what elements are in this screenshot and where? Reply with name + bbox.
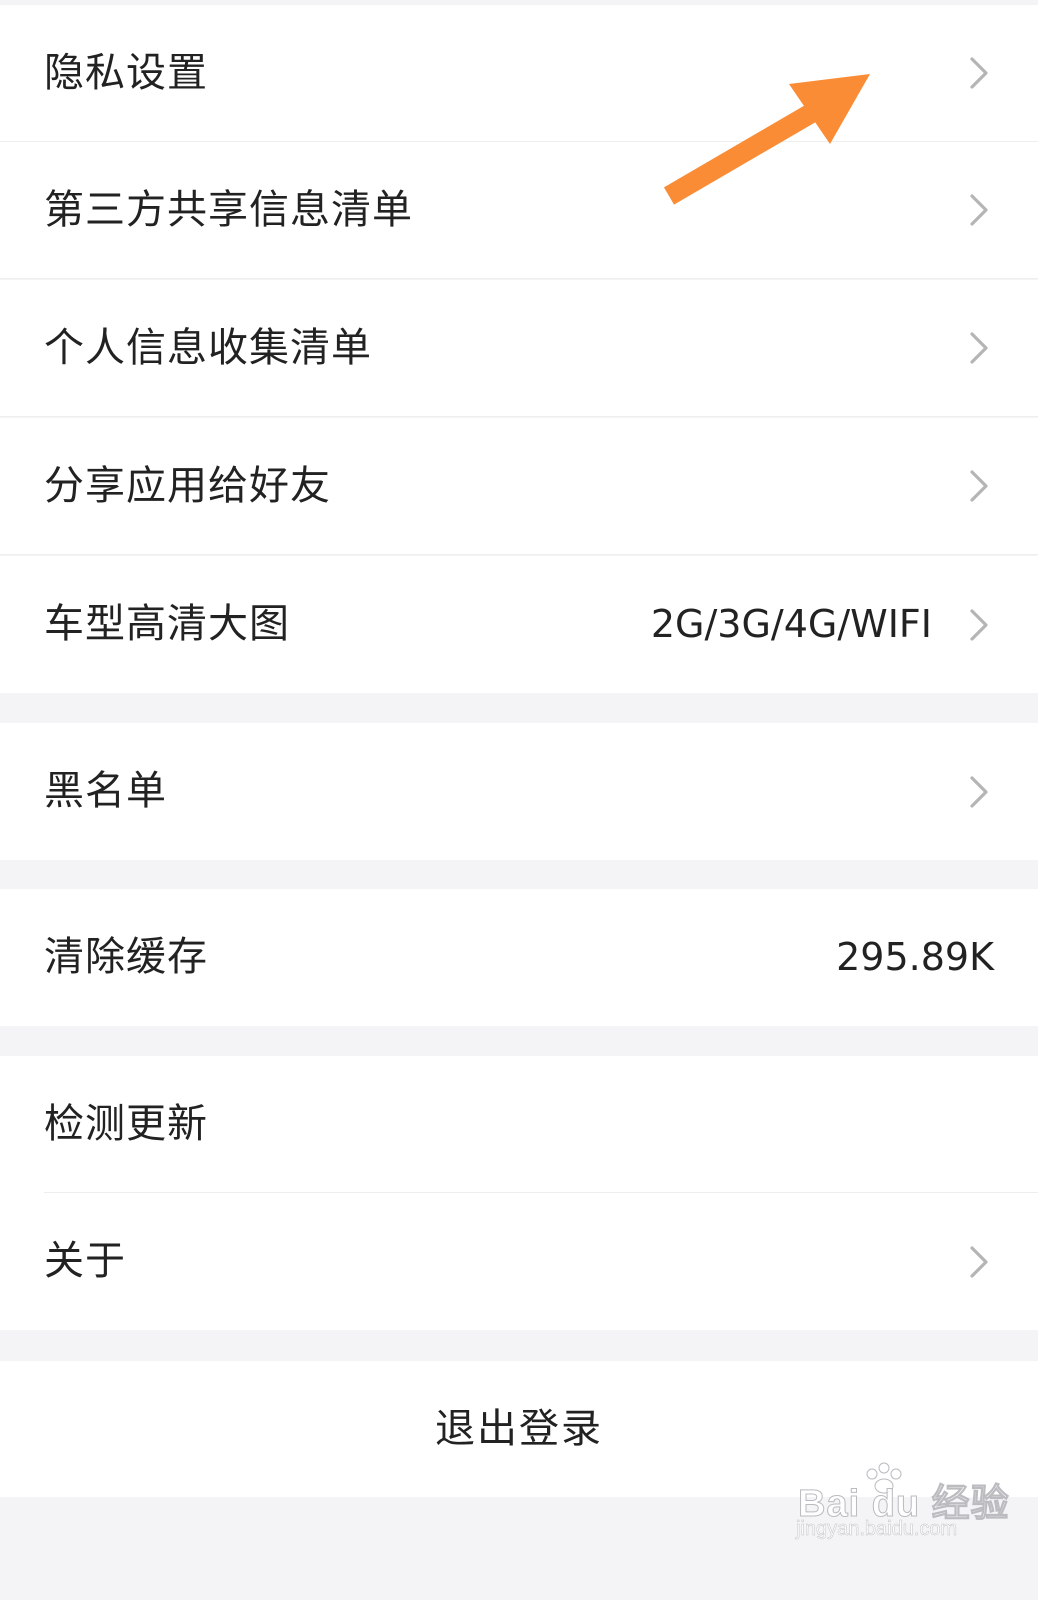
settings-item-label: 个人信息收集清单	[44, 325, 372, 371]
arrow-up-right-icon	[663, 74, 870, 205]
chevron-right-icon	[970, 57, 988, 89]
chevron-right-icon	[970, 608, 988, 641]
settings-item-blacklist[interactable]: 黑名单	[0, 723, 1038, 860]
chevron-right-icon	[970, 775, 988, 808]
watermark-url: jingyan.baidu.com	[796, 1518, 958, 1541]
chevron-right-icon	[970, 332, 988, 364]
screen-edge	[1038, 0, 1058, 1600]
settings-item-label: 第三方共享信息清单	[44, 187, 413, 233]
settings-screen: 隐私设置 第三方共享信息清单 个人信息收集清单 分享应用给好友 车型高清大图 2…	[0, 0, 1038, 1600]
cache-size-value: 295.89K	[836, 935, 994, 979]
network-option-value: 2G/3G/4G/WIFI	[650, 602, 932, 646]
settings-item-label: 隐私设置	[44, 50, 208, 96]
settings-item-label: 分享应用给好友	[44, 463, 331, 509]
settings-item-label: 清除缓存	[44, 934, 208, 980]
chevron-right-icon	[970, 470, 988, 502]
settings-item-label: 检测更新	[44, 1101, 208, 1147]
settings-item-label: 关于	[44, 1238, 126, 1284]
settings-item-label: 车型高清大图	[44, 601, 290, 647]
settings-item-check-update[interactable]: 检测更新	[0, 1056, 1038, 1193]
settings-item-share-app[interactable]: 分享应用给好友	[0, 418, 1038, 555]
settings-item-clear-cache[interactable]: 清除缓存 295.89K	[0, 889, 1038, 1026]
settings-item-hd-images[interactable]: 车型高清大图 2G/3G/4G/WIFI	[0, 556, 1038, 693]
chevron-right-icon	[970, 194, 988, 226]
settings-item-about[interactable]: 关于	[0, 1193, 1038, 1330]
baidu-jingyan-watermark: Bai du 经验 jingyan.baidu.com	[790, 1460, 1009, 1550]
chevron-right-icon	[970, 1245, 988, 1278]
settings-item-label: 黑名单	[44, 768, 167, 814]
settings-item-personal-info-list[interactable]: 个人信息收集清单	[0, 280, 1038, 417]
